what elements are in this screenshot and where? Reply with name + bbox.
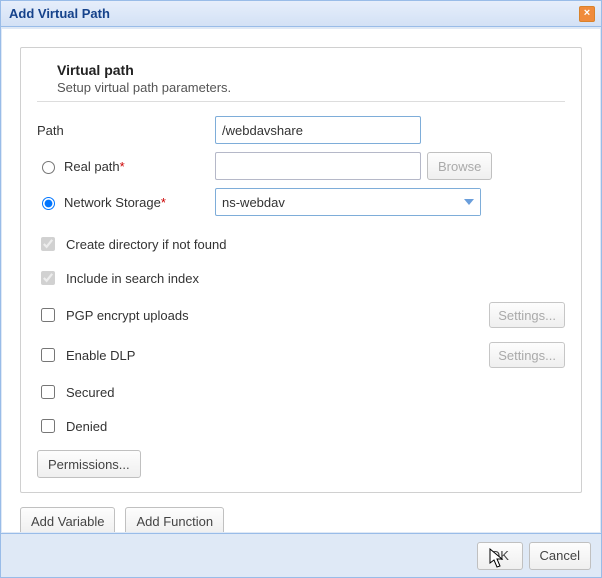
- network-storage-radio[interactable]: [42, 197, 55, 210]
- add-function-button[interactable]: Add Function: [125, 507, 224, 532]
- dialog-title: Add Virtual Path: [9, 6, 579, 21]
- dlp-label: Enable DLP: [66, 348, 135, 363]
- denied-checkbox[interactable]: [41, 419, 55, 433]
- network-storage-row: Network Storage*: [37, 188, 565, 216]
- dlp-row: Enable DLP Settings...: [37, 342, 565, 368]
- real-path-input: [215, 152, 421, 180]
- path-row: Path: [37, 116, 565, 144]
- pgp-checkbox[interactable]: [41, 308, 55, 322]
- section-subtitle: Setup virtual path parameters.: [57, 80, 565, 95]
- path-input[interactable]: [215, 116, 421, 144]
- close-icon[interactable]: ×: [579, 6, 595, 22]
- path-label: Path: [37, 123, 64, 138]
- pgp-label: PGP encrypt uploads: [66, 308, 189, 323]
- denied-row: Denied: [37, 416, 565, 436]
- secured-row: Secured: [37, 382, 565, 402]
- network-storage-combo[interactable]: [215, 188, 481, 216]
- add-virtual-path-dialog: Add Virtual Path × Virtual path Setup vi…: [0, 0, 602, 578]
- dialog-body: Virtual path Setup virtual path paramete…: [2, 29, 600, 532]
- main-panel: Virtual path Setup virtual path paramete…: [20, 47, 582, 493]
- add-variable-button[interactable]: Add Variable: [20, 507, 115, 532]
- section-title: Virtual path: [57, 62, 565, 78]
- include-index-checkbox[interactable]: [41, 271, 55, 285]
- ok-button[interactable]: OK: [477, 542, 523, 570]
- divider: [37, 101, 565, 102]
- create-dir-row: Create directory if not found: [37, 234, 565, 254]
- dialog-footer: OK Cancel: [1, 533, 601, 577]
- include-index-label: Include in search index: [66, 271, 199, 286]
- secured-checkbox[interactable]: [41, 385, 55, 399]
- cancel-button[interactable]: Cancel: [529, 542, 591, 570]
- browse-button: Browse: [427, 152, 492, 180]
- dlp-checkbox[interactable]: [41, 348, 55, 362]
- network-storage-input[interactable]: [215, 188, 481, 216]
- create-dir-checkbox[interactable]: [41, 237, 55, 251]
- dialog-header: Add Virtual Path ×: [1, 1, 601, 27]
- dlp-settings-button: Settings...: [489, 342, 565, 368]
- pgp-settings-button: Settings...: [489, 302, 565, 328]
- denied-label: Denied: [66, 419, 107, 434]
- real-path-radio[interactable]: [42, 161, 55, 174]
- permissions-button[interactable]: Permissions...: [37, 450, 141, 478]
- real-path-row: Real path* Browse: [37, 152, 565, 180]
- create-dir-label: Create directory if not found: [66, 237, 226, 252]
- below-panel-buttons: Add Variable Add Function: [20, 507, 582, 532]
- include-index-row: Include in search index: [37, 268, 565, 288]
- real-path-label: Real path*: [64, 159, 125, 174]
- secured-label: Secured: [66, 385, 114, 400]
- chevron-down-icon[interactable]: [456, 189, 480, 215]
- network-storage-label: Network Storage*: [64, 195, 166, 210]
- pgp-row: PGP encrypt uploads Settings...: [37, 302, 565, 328]
